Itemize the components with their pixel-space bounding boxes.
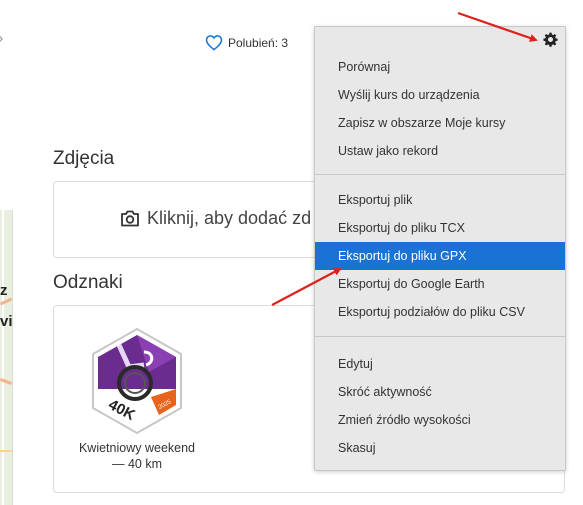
badges-title: Odznaki xyxy=(53,272,123,293)
map-label: z xyxy=(0,282,8,299)
menu-item-compare[interactable]: Porównaj xyxy=(315,53,565,81)
map-preview[interactable] xyxy=(0,210,13,505)
menu-divider xyxy=(315,336,565,337)
photos-title: Zdjęcia xyxy=(53,148,115,169)
camera-icon xyxy=(121,210,139,227)
menu-item-export-gpx[interactable]: Eksportuj do pliku GPX xyxy=(315,242,565,270)
badge-caption[interactable]: Kwietniowy weekend — 40 km xyxy=(63,440,211,472)
badge-name: Kwietniowy weekend xyxy=(78,441,196,455)
menu-item-export-splits-csv[interactable]: Eksportuj podziałów do pliku CSV xyxy=(315,298,565,326)
previous-chevron-icon[interactable]: › xyxy=(0,30,3,48)
likes-label: Polubień: 3 xyxy=(228,35,289,50)
menu-item-edit[interactable]: Edytuj xyxy=(315,350,565,378)
menu-item-export-tcx[interactable]: Eksportuj do pliku TCX xyxy=(315,214,565,242)
menu-item-export-google-earth[interactable]: Eksportuj do Google Earth xyxy=(315,270,565,298)
actions-dropdown-menu: Porównaj Wyślij kurs do urządzenia Zapis… xyxy=(314,26,566,471)
badge-distance: — 40 km xyxy=(111,457,162,471)
menu-item-set-record[interactable]: Ustaw jako rekord xyxy=(315,137,565,165)
menu-item-delete[interactable]: Skasuj xyxy=(315,434,565,462)
menu-item-change-elevation[interactable]: Zmień źródło wysokości xyxy=(315,406,565,434)
heart-icon[interactable] xyxy=(205,34,223,51)
menu-divider xyxy=(315,174,565,175)
menu-item-send-course[interactable]: Wyślij kurs do urządzenia xyxy=(315,81,565,109)
map-label: vi xyxy=(0,313,13,330)
likes-counter[interactable]: Polubień: 3 xyxy=(205,34,288,51)
badge-image[interactable]: 40K 2025 xyxy=(89,327,185,435)
add-photo-button[interactable]: Kliknij, aby dodać zd xyxy=(120,208,311,229)
add-photo-label: Kliknij, aby dodać zd xyxy=(147,208,312,228)
menu-item-trim-activity[interactable]: Skróć aktywność xyxy=(315,378,565,406)
gear-icon[interactable] xyxy=(543,32,558,47)
menu-item-export-file[interactable]: Eksportuj plik xyxy=(315,186,565,214)
menu-item-save-course[interactable]: Zapisz w obszarze Moje kursy xyxy=(315,109,565,137)
